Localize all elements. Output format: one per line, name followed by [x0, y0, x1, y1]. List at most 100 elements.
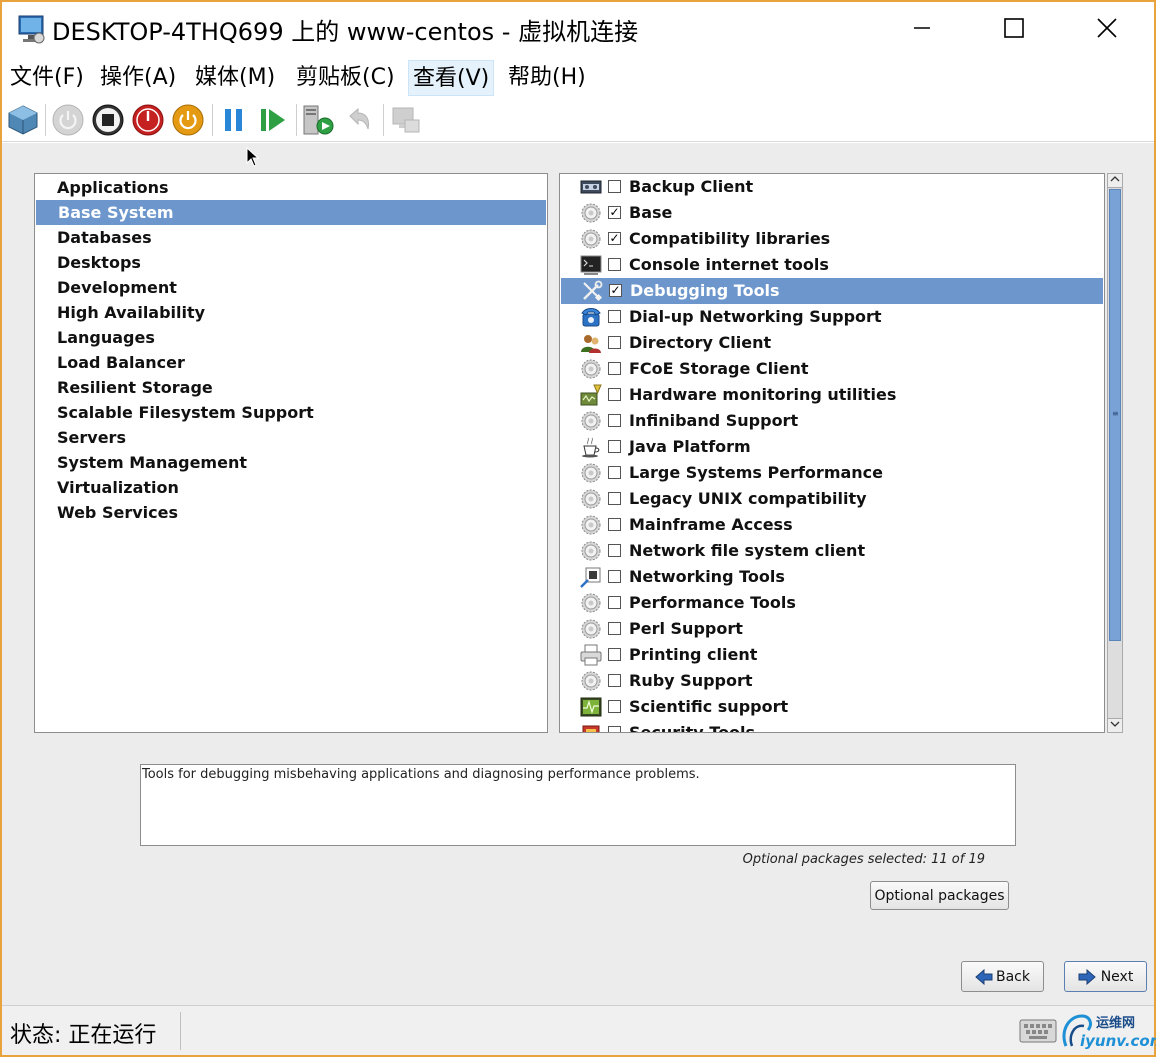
- gear-icon: [580, 670, 602, 692]
- package-label: Security Tools: [629, 723, 756, 733]
- enhanced-session-icon[interactable]: [387, 102, 423, 138]
- scroll-down-button[interactable]: [1108, 718, 1122, 732]
- scroll-thumb[interactable]: ≡: [1109, 189, 1121, 641]
- package-checkbox[interactable]: [608, 674, 621, 687]
- package-row[interactable]: Large Systems Performance: [560, 460, 1104, 486]
- menu-file[interactable]: 文件(F): [6, 60, 88, 96]
- scroll-up-button[interactable]: [1108, 174, 1122, 188]
- package-row[interactable]: ✓ Debugging Tools: [561, 278, 1103, 304]
- package-checkbox[interactable]: [608, 648, 621, 661]
- package-row[interactable]: ✓ Base: [560, 200, 1104, 226]
- network-tools-icon: [580, 566, 602, 588]
- package-row[interactable]: Directory Client: [560, 330, 1104, 356]
- package-checkbox[interactable]: [608, 466, 621, 479]
- group-item[interactable]: Desktops: [35, 250, 547, 275]
- package-row[interactable]: FCoE Storage Client: [560, 356, 1104, 382]
- minimize-button[interactable]: [900, 10, 944, 50]
- next-button[interactable]: Next: [1064, 961, 1147, 992]
- revert-icon[interactable]: [340, 102, 376, 138]
- menu-clipboard[interactable]: 剪贴板(C): [292, 60, 399, 96]
- package-row[interactable]: Ruby Support: [560, 668, 1104, 694]
- package-row[interactable]: Scientific support: [560, 694, 1104, 720]
- package-row[interactable]: Security Tools: [560, 720, 1104, 733]
- package-row[interactable]: ✓ Compatibility libraries: [560, 226, 1104, 252]
- package-checkbox[interactable]: ✓: [608, 232, 621, 245]
- package-checkbox[interactable]: [608, 622, 621, 635]
- gear-icon: [580, 410, 602, 432]
- group-item[interactable]: Applications: [35, 175, 547, 200]
- maximize-button[interactable]: [992, 10, 1036, 50]
- menu-media[interactable]: 媒体(M): [191, 60, 279, 96]
- package-row[interactable]: Backup Client: [560, 174, 1104, 200]
- start-icon[interactable]: [50, 102, 86, 138]
- group-item[interactable]: Scalable Filesystem Support: [35, 400, 547, 425]
- package-row[interactable]: Dial-up Networking Support: [560, 304, 1104, 330]
- group-item[interactable]: Servers: [35, 425, 547, 450]
- optional-packages-button[interactable]: Optional packages: [870, 881, 1009, 910]
- package-checkbox[interactable]: [608, 700, 621, 713]
- package-checkbox[interactable]: [608, 362, 621, 375]
- package-row[interactable]: Perl Support: [560, 616, 1104, 642]
- pause-icon[interactable]: [216, 102, 252, 138]
- watermark-site-name: 运维网: [1096, 1016, 1136, 1031]
- package-row[interactable]: Hardware monitoring utilities: [560, 382, 1104, 408]
- group-item[interactable]: Resilient Storage: [35, 375, 547, 400]
- package-label: Java Platform: [629, 437, 751, 456]
- menu-action[interactable]: 操作(A): [96, 60, 180, 96]
- package-checkbox[interactable]: [608, 544, 621, 557]
- package-row[interactable]: Java Platform: [560, 434, 1104, 460]
- group-item[interactable]: Web Services: [35, 500, 547, 525]
- turn-off-icon[interactable]: [90, 102, 126, 138]
- back-button[interactable]: Back: [961, 961, 1044, 992]
- package-checkbox[interactable]: ✓: [608, 206, 621, 219]
- package-row[interactable]: Console internet tools: [560, 252, 1104, 278]
- package-checkbox[interactable]: [608, 310, 621, 323]
- reset-icon[interactable]: [255, 102, 291, 138]
- package-row[interactable]: Networking Tools: [560, 564, 1104, 590]
- package-row[interactable]: Performance Tools: [560, 590, 1104, 616]
- package-label: Network file system client: [629, 541, 866, 560]
- group-item[interactable]: Databases: [35, 225, 547, 250]
- group-item[interactable]: Load Balancer: [35, 350, 547, 375]
- back-arrow-icon: [975, 968, 993, 985]
- group-item[interactable]: High Availability: [35, 300, 547, 325]
- mouse-cursor-icon: [246, 146, 260, 171]
- package-checkbox[interactable]: [608, 388, 621, 401]
- package-row[interactable]: Printing client: [560, 642, 1104, 668]
- package-checkbox[interactable]: [608, 414, 621, 427]
- package-checkbox[interactable]: [608, 336, 621, 349]
- package-checkbox[interactable]: [608, 440, 621, 453]
- group-item[interactable]: Languages: [35, 325, 547, 350]
- group-item[interactable]: Base System: [36, 200, 546, 225]
- menu-view[interactable]: 查看(V): [408, 60, 495, 96]
- guest-screen[interactable]: Applications Base System Databases Desktops…: [2, 143, 1154, 1005]
- package-list[interactable]: Backup Client ✓ Base ✓ Compatibility librari…: [559, 173, 1105, 733]
- package-checkbox[interactable]: [608, 570, 621, 583]
- package-row[interactable]: Mainframe Access: [560, 512, 1104, 538]
- maximize-icon: [1003, 17, 1025, 43]
- title-bar: DESKTOP-4THQ699 上的 www-centos - 虚拟机连接: [2, 2, 1154, 58]
- group-item[interactable]: Development: [35, 275, 547, 300]
- package-checkbox[interactable]: [608, 596, 621, 609]
- package-row[interactable]: Network file system client: [560, 538, 1104, 564]
- package-row[interactable]: Legacy UNIX compatibility: [560, 486, 1104, 512]
- package-checkbox[interactable]: [608, 258, 621, 271]
- close-icon: [1096, 17, 1118, 43]
- group-item[interactable]: Virtualization: [35, 475, 547, 500]
- ctrl-alt-del-icon[interactable]: [5, 102, 41, 138]
- package-checkbox[interactable]: [608, 726, 621, 732]
- group-list[interactable]: Applications Base System Databases Desktops…: [34, 173, 548, 733]
- checkpoint-icon[interactable]: [300, 102, 336, 138]
- backup-tape-icon: [580, 176, 602, 198]
- package-checkbox[interactable]: [608, 180, 621, 193]
- group-item[interactable]: System Management: [35, 450, 547, 475]
- package-checkbox[interactable]: ✓: [609, 284, 622, 297]
- close-button[interactable]: [1085, 10, 1129, 50]
- save-icon[interactable]: [170, 102, 206, 138]
- package-list-scrollbar[interactable]: ≡: [1107, 173, 1123, 733]
- shutdown-icon[interactable]: [130, 102, 166, 138]
- package-checkbox[interactable]: [608, 492, 621, 505]
- package-checkbox[interactable]: [608, 518, 621, 531]
- menu-help[interactable]: 帮助(H): [504, 60, 590, 96]
- package-row[interactable]: Infiniband Support: [560, 408, 1104, 434]
